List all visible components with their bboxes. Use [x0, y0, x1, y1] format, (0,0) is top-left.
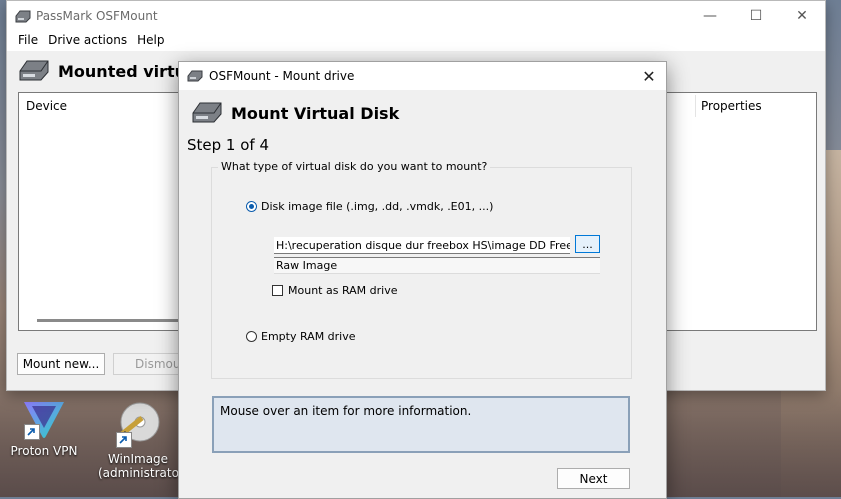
minimize-icon: — [703, 8, 717, 24]
shortcut-arrow-icon [116, 432, 132, 448]
radio-empty-ram-drive[interactable]: Empty RAM drive [246, 330, 356, 343]
dismount-button[interactable]: Dismount [113, 353, 183, 375]
radio-label: Disk image file (.img, .dd, .vmdk, .E01,… [261, 200, 494, 213]
menu-file[interactable]: File [13, 31, 43, 51]
desktop-icon-label: WinImage (administrator) [98, 452, 189, 480]
close-icon: ✕ [796, 8, 808, 24]
radio-disk-image-file[interactable]: Disk image file (.img, .dd, .vmdk, .E01,… [246, 200, 493, 213]
horizontal-scrollbar[interactable] [37, 319, 187, 322]
maximize-button[interactable]: ☐ [733, 1, 779, 31]
info-box: Mouse over an item for more information. [212, 396, 630, 453]
winimage-icon [114, 400, 162, 448]
radio-circle-selected [246, 201, 257, 212]
mounted-header: Mounted virtual [18, 59, 202, 84]
menu-drive-actions[interactable]: Drive actions [43, 31, 132, 51]
disk-type-group: What type of virtual disk do you want to… [211, 160, 632, 379]
dialog-close-button[interactable]: ✕ [638, 65, 660, 87]
image-type-field[interactable]: Raw Image [274, 257, 600, 274]
image-path-input[interactable]: H:\recuperation disque dur freebox HS\im… [274, 237, 570, 254]
dialog-heading: Mount Virtual Disk [231, 104, 400, 123]
close-icon: ✕ [642, 66, 656, 86]
shortcut-arrow-icon [24, 424, 40, 440]
next-button[interactable]: Next [557, 468, 630, 489]
mount-drive-dialog: OSFMount - Mount drive ✕ Mount Virtual D… [178, 61, 667, 499]
desktop-icon-label: Proton VPN [10, 444, 78, 458]
drive-icon [191, 101, 223, 126]
desktop-icon-proton-vpn[interactable]: Proton VPN [4, 400, 84, 458]
desktop-icon-winimage[interactable]: WinImage (administrator) [98, 400, 189, 480]
close-button[interactable]: ✕ [779, 1, 825, 31]
menu-help[interactable]: Help [132, 31, 169, 51]
osfmount-app-icon [15, 9, 31, 26]
mount-as-ram-checkbox[interactable]: Mount as RAM drive [272, 284, 398, 297]
group-title: What type of virtual disk do you want to… [218, 160, 491, 173]
checkbox-box [272, 285, 283, 296]
column-header-properties[interactable]: Properties [701, 99, 762, 113]
mount-new-button[interactable]: Mount new... [17, 353, 105, 375]
radio-circle [246, 331, 257, 342]
step-indicator: Step 1 of 4 [187, 136, 270, 154]
browse-button[interactable]: ... [575, 235, 600, 253]
column-separator [695, 95, 696, 117]
checkbox-label: Mount as RAM drive [288, 284, 398, 297]
osfmount-app-icon [187, 70, 203, 85]
column-header-device[interactable]: Device [26, 99, 67, 113]
dialog-body: Mount Virtual Disk Step 1 of 4 What type… [179, 90, 666, 498]
minimize-button[interactable]: — [687, 1, 733, 31]
radio-label: Empty RAM drive [261, 330, 356, 343]
main-window-title: PassMark OSFMount [36, 9, 158, 23]
dialog-header: Mount Virtual Disk [191, 101, 399, 126]
dialog-title-bar[interactable]: OSFMount - Mount drive ✕ [179, 62, 666, 90]
proton-vpn-icon [22, 400, 66, 440]
main-title-bar[interactable]: PassMark OSFMount — ☐ ✕ [7, 1, 825, 31]
drive-icon [18, 59, 50, 84]
menu-bar: File Drive actions Help [7, 31, 825, 51]
maximize-icon: ☐ [749, 8, 763, 24]
dialog-title: OSFMount - Mount drive [209, 69, 355, 83]
